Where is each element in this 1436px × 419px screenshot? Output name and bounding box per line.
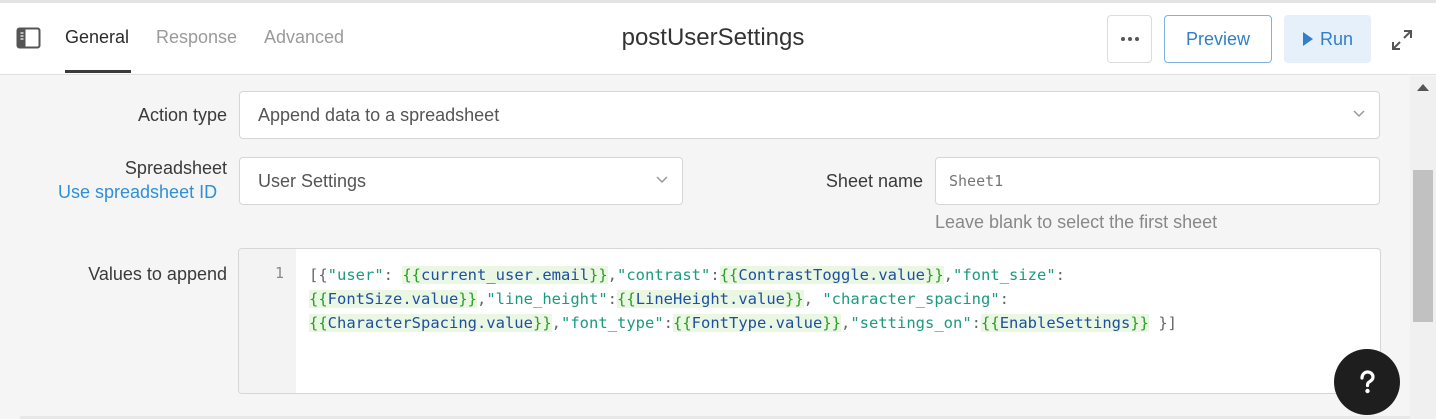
spreadsheet-select[interactable]: User Settings [239, 157, 683, 205]
template-binding: {{current_user.email}} [402, 266, 608, 284]
editor-gutter: 1 [239, 249, 296, 393]
json-punctuation: , [841, 314, 851, 332]
template-brace: }} [589, 266, 608, 284]
preview-button[interactable]: Preview [1164, 15, 1272, 63]
sheet-name-input[interactable] [935, 157, 1380, 205]
spreadsheet-label: Spreadsheet [124, 158, 227, 178]
use-spreadsheet-id-link[interactable]: Use spreadsheet ID [58, 182, 217, 203]
json-punctuation: , [477, 290, 487, 308]
json-punctuation: , [943, 266, 954, 284]
template-brace: {{ [981, 314, 1000, 332]
action-type-select[interactable]: Append data to a spreadsheet [239, 91, 1380, 139]
sheet-name-label: Sheet name [825, 171, 923, 191]
template-brace: }} [458, 290, 477, 308]
json-punctuation: : [1055, 266, 1066, 284]
json-key: "user" [327, 266, 384, 284]
vertical-scrollbar[interactable] [1410, 76, 1436, 419]
query-header: General Response Advanced postUserSettin… [0, 3, 1436, 75]
template-reference: LineHeight.value [635, 290, 785, 308]
template-binding: {{ContrastToggle.value}} [719, 266, 944, 284]
ellipsis-icon [1120, 37, 1139, 41]
template-brace: }} [532, 314, 552, 332]
template-brace: {{ [673, 314, 692, 332]
line-number: 1 [274, 264, 284, 282]
json-punctuation: : [710, 266, 720, 284]
template-brace: }} [822, 314, 841, 332]
question-mark-icon [1360, 370, 1375, 394]
template-brace: {{ [617, 290, 636, 308]
template-binding: {{EnableSettings}} [981, 314, 1150, 332]
json-punctuation: : [663, 314, 673, 332]
template-brace: {{ [719, 266, 739, 284]
chevron-down-icon [1353, 110, 1365, 118]
json-key: "line_height" [486, 290, 608, 308]
code-line: [{"user": {{current_user.email}},"contra… [309, 263, 1349, 287]
json-punctuation: : [383, 266, 403, 284]
template-brace: }} [785, 290, 804, 308]
json-punctuation: : [607, 290, 618, 308]
action-type-value: Append data to a spreadsheet [258, 104, 500, 125]
template-brace: {{ [402, 266, 422, 284]
json-punctuation: }] [1149, 314, 1178, 332]
json-key: "font_type" [561, 314, 664, 332]
run-button[interactable]: Run [1284, 15, 1371, 63]
scroll-up-arrow-icon[interactable] [1417, 84, 1429, 91]
template-reference: ContrastToggle.value [738, 266, 925, 284]
scrollbar-thumb[interactable] [1413, 170, 1433, 322]
chevron-down-icon [656, 176, 668, 184]
template-reference: FontType.value [691, 314, 823, 332]
json-key: "contrast" [617, 266, 711, 284]
play-icon [1302, 32, 1313, 46]
run-button-label: Run [1319, 28, 1354, 49]
expand-icon[interactable] [1391, 29, 1413, 51]
more-options-button[interactable] [1107, 15, 1152, 63]
json-punctuation: [{ [309, 266, 328, 284]
json-punctuation: , [551, 314, 561, 332]
action-type-label: Action type [137, 105, 227, 125]
template-reference: CharacterSpacing.value [327, 314, 533, 332]
active-tab-indicator [65, 70, 131, 73]
template-binding: {{CharacterSpacing.value}} [309, 314, 552, 332]
code-line: {{CharacterSpacing.value}},"font_type":{… [309, 311, 1349, 335]
template-brace: }} [925, 266, 944, 284]
json-punctuation: , [607, 266, 618, 284]
values-code-editor[interactable]: 1 [{"user": {{current_user.email}},"cont… [238, 248, 1381, 394]
template-binding: {{FontType.value}} [673, 314, 841, 332]
template-binding: {{FontSize.value}} [309, 290, 477, 308]
template-binding: {{LineHeight.value}} [617, 290, 804, 308]
values-to-append-label: Values to append [88, 264, 227, 284]
template-brace: {{ [309, 314, 328, 332]
json-punctuation: : [971, 314, 982, 332]
template-reference: FontSize.value [327, 290, 459, 308]
sheet-name-hint: Leave blank to select the first sheet [935, 212, 1218, 232]
template-reference: current_user.email [421, 266, 589, 284]
template-brace: }} [1130, 314, 1150, 332]
spreadsheet-value: User Settings [258, 170, 367, 191]
template-brace: {{ [309, 290, 328, 308]
json-punctuation: : [999, 290, 1009, 308]
json-key: "settings_on" [850, 314, 972, 332]
help-button[interactable] [1334, 349, 1400, 415]
query-editor-body: Action type Append data to a spreadsheet… [0, 76, 1410, 419]
json-key: "character_spacing" [822, 290, 1000, 308]
code-content[interactable]: [{"user": {{current_user.email}},"contra… [309, 263, 1349, 335]
code-line: {{FontSize.value}},"line_height":{{LineH… [309, 287, 1349, 311]
json-punctuation: , [803, 290, 823, 308]
template-reference: EnableSettings [999, 314, 1131, 332]
json-key: "font_size" [953, 266, 1056, 284]
